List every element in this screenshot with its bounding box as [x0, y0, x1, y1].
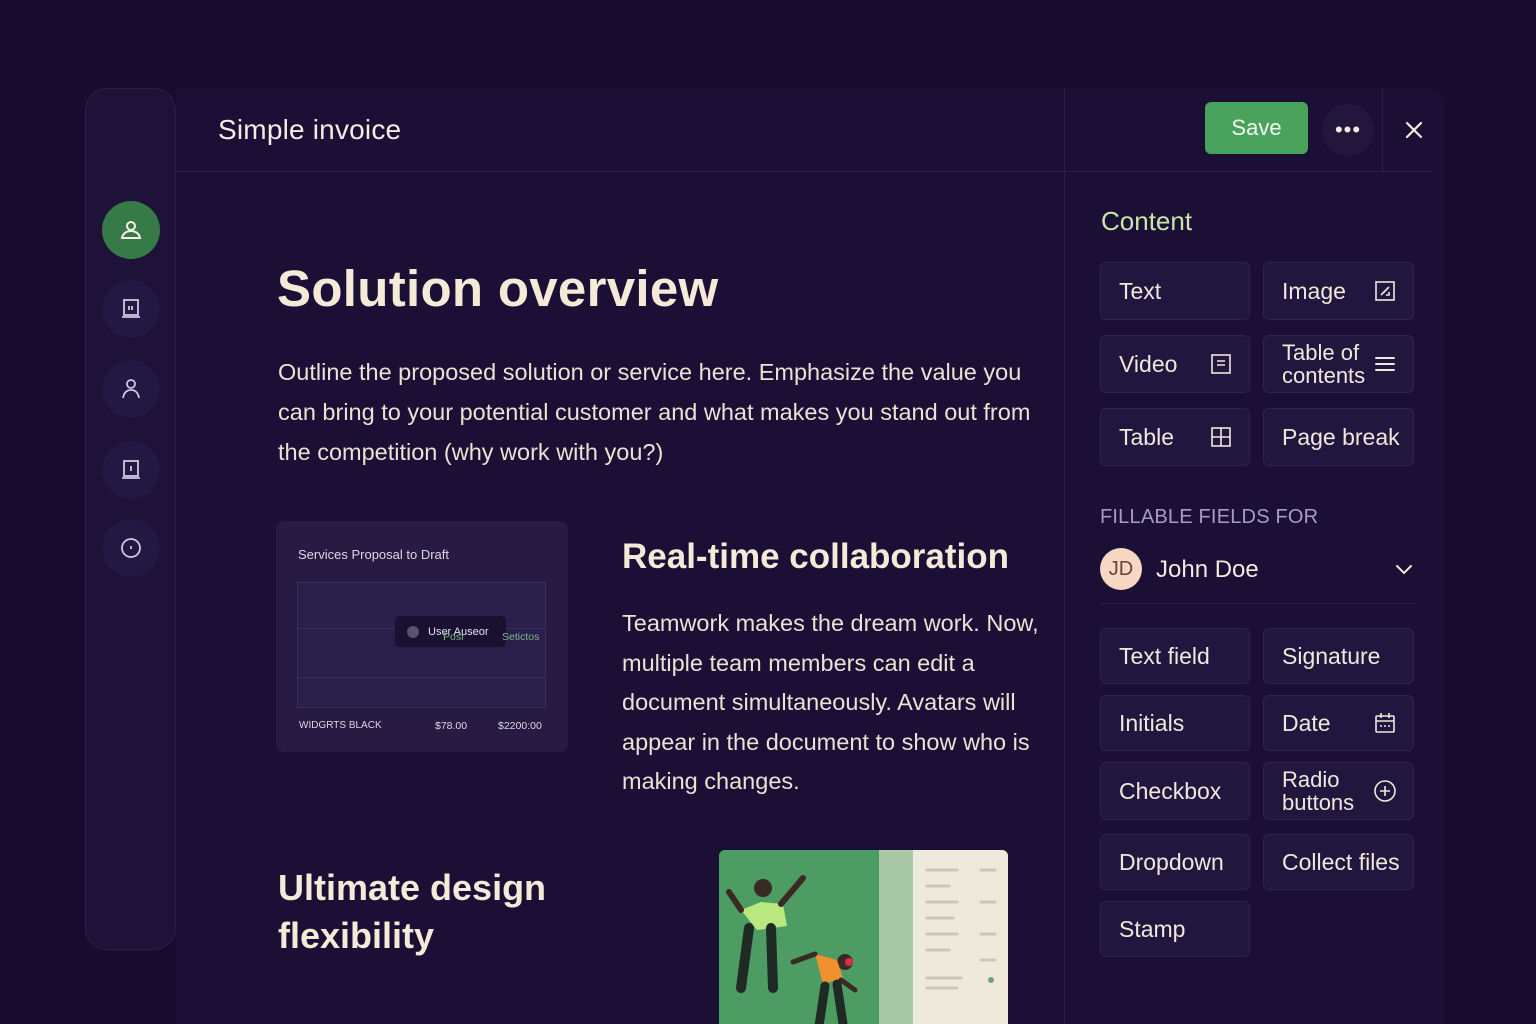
column-header: Posr — [443, 631, 465, 643]
content-item-text[interactable]: Text — [1100, 262, 1250, 320]
tile-label: Collect files — [1282, 848, 1400, 875]
tile-label: Stamp — [1119, 915, 1186, 942]
field-item-text-field[interactable]: Text field — [1100, 628, 1250, 684]
top-bar: Simple invoice Save ••• — [176, 88, 1432, 172]
field-item-stamp[interactable]: Stamp — [1100, 901, 1250, 957]
card-table: User Auseor — [297, 582, 546, 708]
field-item-signature[interactable]: Signature — [1263, 628, 1414, 684]
signer-name: John Doe — [1156, 556, 1259, 583]
rail-template-button[interactable] — [102, 441, 160, 499]
design-heading[interactable]: Ultimate design flexibility — [278, 864, 638, 960]
template-icon — [122, 460, 140, 479]
content-item-table[interactable]: Table — [1100, 408, 1250, 466]
content-item-table-of-contents[interactable]: Table of contents — [1263, 335, 1414, 393]
content-panel: Content Text Image Video Table of conten… — [1064, 172, 1444, 1024]
save-button[interactable]: Save — [1205, 102, 1308, 154]
calendar-icon — [1375, 713, 1395, 733]
field-item-date[interactable]: Date — [1263, 695, 1414, 751]
tile-label: Page break — [1282, 423, 1400, 450]
left-rail — [85, 88, 176, 950]
proposal-preview-card[interactable]: Services Proposal to Draft User Auseor P… — [276, 521, 568, 752]
row-price: $78.00 — [435, 720, 468, 732]
tile-label: Table — [1119, 423, 1174, 450]
grid-line — [298, 677, 545, 678]
image-icon — [1375, 281, 1395, 301]
illustration-image[interactable] — [719, 850, 1008, 1024]
row-name: WIDGRTS BLACK — [299, 720, 382, 731]
field-item-checkbox[interactable]: Checkbox — [1100, 762, 1250, 820]
section-heading[interactable]: Solution overview — [277, 259, 719, 318]
tile-label: Text — [1119, 277, 1162, 304]
tile-label: Checkbox — [1119, 777, 1222, 804]
editor-window: Simple invoice Save ••• Solution overvie… — [176, 88, 1444, 1024]
tile-label: Video — [1119, 350, 1178, 377]
avatar: JD — [1100, 548, 1142, 590]
tile-label: Table of contents — [1282, 340, 1366, 388]
content-item-image[interactable]: Image — [1263, 262, 1414, 320]
divider — [1064, 88, 1065, 172]
tile-label: Signature — [1282, 642, 1381, 669]
user-icon — [120, 221, 142, 239]
collaboration-illustration — [719, 850, 1008, 1024]
more-icon: ••• — [1334, 117, 1362, 142]
tile-label: Initials — [1119, 709, 1185, 736]
collab-paragraph[interactable]: Teamwork makes the dream work. Now, mult… — [622, 604, 1042, 802]
intro-paragraph[interactable]: Outline the proposed solution or service… — [278, 352, 1038, 472]
close-icon — [1405, 121, 1423, 139]
rail-document-button[interactable] — [102, 280, 160, 338]
card-title: Services Proposal to Draft — [298, 547, 450, 562]
column-header: Setictos — [502, 631, 540, 643]
document-title[interactable]: Simple invoice — [218, 114, 401, 146]
content-heading: Content — [1101, 206, 1193, 236]
table-icon — [1211, 427, 1231, 447]
help-icon — [121, 538, 141, 558]
fillable-fields-label: FILLABLE FIELDS FOR — [1100, 506, 1319, 528]
tile-label: Dropdown — [1119, 848, 1224, 875]
tile-label: Text field — [1119, 642, 1210, 669]
row-total: $2200:00 — [498, 720, 542, 732]
field-item-initials[interactable]: Initials — [1100, 695, 1250, 751]
video-icon — [1211, 354, 1231, 374]
avatar-dot — [407, 625, 419, 638]
chevron-down-icon — [1396, 565, 1412, 575]
tile-label: Date — [1282, 709, 1331, 736]
document-icon — [122, 299, 140, 318]
signer-selector[interactable]: JD John Doe — [1100, 544, 1415, 604]
tile-label: Image — [1282, 277, 1346, 304]
rail-help-button[interactable] — [102, 519, 160, 577]
divider — [1382, 88, 1383, 172]
rail-person-button[interactable] — [102, 360, 160, 418]
plus-circle-icon — [1374, 780, 1396, 802]
field-item-dropdown[interactable]: Dropdown — [1100, 834, 1250, 890]
field-item-radio-buttons[interactable]: Radio buttons — [1263, 762, 1414, 820]
list-icon — [1375, 357, 1395, 371]
collab-heading[interactable]: Real-time collaboration — [622, 537, 1009, 577]
field-item-collect-files[interactable]: Collect files — [1263, 834, 1414, 890]
more-options-button[interactable]: ••• — [1322, 104, 1374, 156]
tile-label: Radio buttons — [1282, 767, 1355, 815]
person-icon — [122, 379, 140, 399]
rail-user-button[interactable] — [102, 201, 160, 259]
close-button[interactable] — [1394, 110, 1434, 150]
content-item-page-break[interactable]: Page break — [1263, 408, 1414, 466]
content-item-video[interactable]: Video — [1100, 335, 1250, 393]
